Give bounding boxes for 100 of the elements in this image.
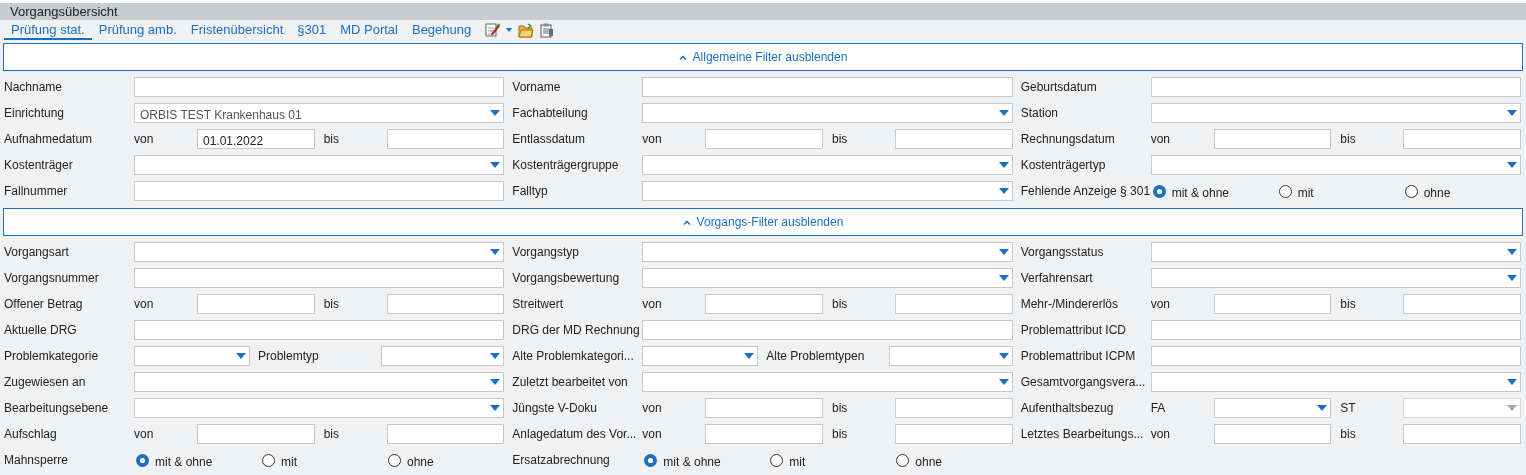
folder-icon[interactable] xyxy=(518,22,535,38)
radio-button[interactable] xyxy=(770,453,784,467)
input-field[interactable] xyxy=(134,77,505,97)
window-title: Vorgangsübersicht xyxy=(0,3,1526,20)
radio-button[interactable] xyxy=(262,453,275,467)
dropdown-field[interactable] xyxy=(642,242,1013,262)
input-field[interactable]: 01.01.2022 xyxy=(197,129,315,149)
dropdown-field[interactable] xyxy=(1150,242,1521,262)
field-label: bis xyxy=(832,131,849,148)
dropdown-arrow-icon xyxy=(1507,110,1517,116)
dropdown-field[interactable] xyxy=(642,268,1013,288)
field-label: von xyxy=(134,131,155,148)
notepad-pencil-icon[interactable] xyxy=(484,22,501,38)
radio-button[interactable] xyxy=(136,453,149,467)
radio-button[interactable] xyxy=(1404,184,1418,198)
field-label: Aufenthaltsbezug xyxy=(1020,400,1115,417)
input-field[interactable] xyxy=(386,294,505,314)
field-label: von xyxy=(134,426,155,443)
field-label: Einrichtung xyxy=(4,105,66,122)
input-field[interactable] xyxy=(1403,129,1521,149)
collapse-bar[interactable]: Allgemeine Filter ausblenden xyxy=(3,43,1523,71)
tab[interactable]: Prüfung stat. xyxy=(4,20,92,40)
radio-button[interactable] xyxy=(388,453,401,467)
dropdown-arrow-icon xyxy=(490,353,501,359)
input-field[interactable] xyxy=(134,268,505,288)
dropdown-field[interactable] xyxy=(642,155,1013,175)
field-label: Problemkategorie xyxy=(4,348,100,365)
caret-icon[interactable] xyxy=(506,28,513,32)
dropdown-field[interactable] xyxy=(134,242,505,262)
dropdown-field[interactable] xyxy=(642,103,1013,123)
input-field[interactable] xyxy=(197,424,315,444)
field-label: Fachabteilung xyxy=(512,105,589,122)
dropdown-arrow-icon xyxy=(998,275,1009,281)
tab[interactable]: §301 xyxy=(290,20,334,40)
field-label: bis xyxy=(832,426,849,443)
field-label: Offener Betrag xyxy=(4,296,84,313)
field-label: Kostenträger xyxy=(4,157,74,174)
dropdown-field[interactable] xyxy=(642,346,759,366)
input-field[interactable] xyxy=(1150,346,1521,366)
input-field[interactable] xyxy=(642,320,1013,340)
field-label: Alte Problemkategori... xyxy=(512,348,635,365)
field-label: Kostenträgertyp xyxy=(1020,157,1107,174)
input-field[interactable] xyxy=(705,294,823,314)
input-field[interactable] xyxy=(895,129,1013,149)
input-field[interactable] xyxy=(386,129,505,149)
dropdown-field[interactable] xyxy=(134,155,505,175)
input-field[interactable] xyxy=(642,77,1013,97)
dropdown-arrow-icon xyxy=(998,162,1009,168)
clipboard-icon[interactable] xyxy=(540,22,555,38)
dropdown-field[interactable] xyxy=(1213,398,1332,418)
input-field[interactable] xyxy=(134,320,505,340)
field-label: Problemattribut ICD xyxy=(1020,322,1128,339)
dropdown-field[interactable] xyxy=(381,346,505,366)
input-field[interactable] xyxy=(1213,129,1332,149)
field-label: Vorgangsstatus xyxy=(1020,244,1105,261)
dropdown-arrow-icon xyxy=(998,353,1009,359)
dropdown-field[interactable] xyxy=(1150,372,1521,392)
collapse-bar[interactable]: Vorgangs-Filter ausblenden xyxy=(3,208,1523,236)
field-label: von xyxy=(642,296,663,313)
input-field[interactable] xyxy=(705,398,823,418)
input-field[interactable] xyxy=(895,294,1013,314)
input-field[interactable] xyxy=(1150,320,1521,340)
input-field[interactable] xyxy=(705,129,823,149)
tab[interactable]: Begehung xyxy=(404,20,479,40)
field-label: Aufschlag xyxy=(4,426,58,443)
field-label: Falltyp xyxy=(512,183,549,200)
dropdown-field[interactable] xyxy=(134,346,250,366)
input-field[interactable] xyxy=(1150,77,1521,97)
dropdown-arrow-icon xyxy=(1507,162,1517,168)
input-field[interactable] xyxy=(386,424,505,444)
dropdown-field[interactable] xyxy=(134,398,505,418)
input-field[interactable] xyxy=(197,294,315,314)
radio-label: mit xyxy=(1297,184,1314,202)
dropdown-field[interactable] xyxy=(642,181,1013,201)
tab[interactable]: Prüfung amb. xyxy=(91,20,184,40)
radio-button[interactable] xyxy=(896,453,910,467)
radio-button[interactable] xyxy=(1278,184,1292,198)
field-label: ST xyxy=(1340,400,1357,417)
radio-button[interactable] xyxy=(1152,184,1166,198)
dropdown-field[interactable] xyxy=(642,372,1013,392)
dropdown-field[interactable] xyxy=(134,372,505,392)
input-field[interactable] xyxy=(1403,294,1521,314)
input-field[interactable] xyxy=(1213,424,1332,444)
field-label: bis xyxy=(323,426,340,443)
field-label: Gesamtvorgangsvera... xyxy=(1020,374,1147,391)
tab[interactable]: Fristenübersicht xyxy=(183,20,291,40)
dropdown-field[interactable] xyxy=(889,346,1013,366)
dropdown-field[interactable]: ORBIS TEST Krankenhaus 01 xyxy=(134,103,505,123)
dropdown-field[interactable] xyxy=(1150,268,1521,288)
field-label: Bearbeitungsebene xyxy=(4,400,110,417)
input-field[interactable] xyxy=(134,181,505,201)
input-field[interactable] xyxy=(1213,294,1332,314)
dropdown-field[interactable] xyxy=(1150,103,1521,123)
input-field[interactable] xyxy=(895,398,1013,418)
dropdown-field[interactable] xyxy=(1150,155,1521,175)
input-field[interactable] xyxy=(895,424,1013,444)
tab[interactable]: MD Portal xyxy=(333,20,405,40)
radio-button[interactable] xyxy=(644,453,658,467)
input-field[interactable] xyxy=(705,424,823,444)
input-field[interactable] xyxy=(1403,424,1521,444)
